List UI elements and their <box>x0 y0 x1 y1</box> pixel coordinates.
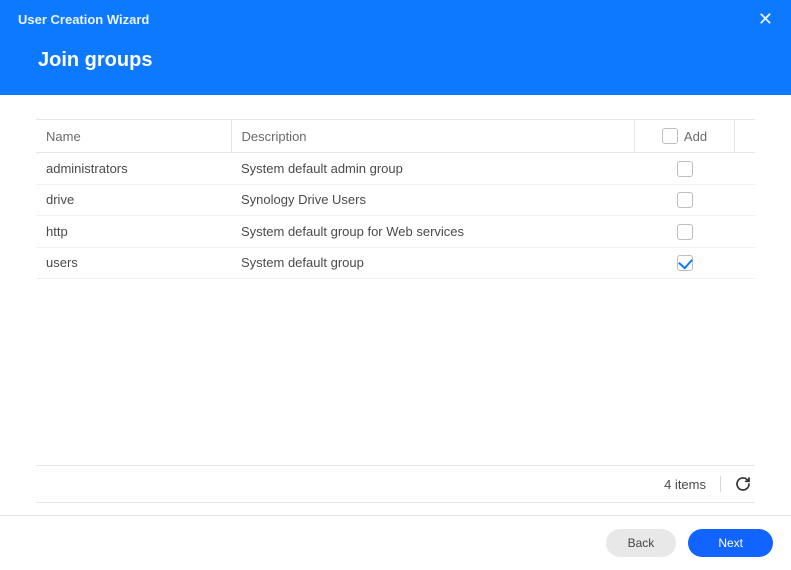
wizard-header: User Creation Wizard ✕ Join groups <box>0 0 791 95</box>
group-description-cell: System default admin group <box>231 153 635 185</box>
close-icon[interactable]: ✕ <box>758 10 773 28</box>
add-checkbox[interactable] <box>677 161 693 177</box>
group-name-cell: drive <box>36 184 231 216</box>
wizard-footer: Back Next <box>0 515 791 570</box>
status-bar: 4 items <box>36 465 755 503</box>
row-spacer <box>735 153 756 185</box>
column-header-description[interactable]: Description <box>231 120 635 153</box>
column-header-name[interactable]: Name <box>36 120 231 153</box>
column-header-add-label: Add <box>684 129 707 144</box>
window-title: User Creation Wizard <box>18 12 773 27</box>
group-add-cell <box>635 216 735 248</box>
content-area: Name Description Add administratorsSyste… <box>0 95 791 503</box>
add-checkbox[interactable] <box>677 224 693 240</box>
group-add-cell <box>635 247 735 279</box>
refresh-icon[interactable] <box>735 476 751 492</box>
wizard-window: User Creation Wizard ✕ Join groups Name … <box>0 0 791 570</box>
table-row[interactable]: administratorsSystem default admin group <box>36 153 755 185</box>
add-checkbox[interactable] <box>677 192 693 208</box>
next-button[interactable]: Next <box>688 529 773 557</box>
back-button[interactable]: Back <box>606 529 677 557</box>
add-checkbox[interactable] <box>677 255 693 271</box>
table-row[interactable]: driveSynology Drive Users <box>36 184 755 216</box>
status-divider <box>720 476 721 492</box>
group-description-cell: System default group <box>231 247 635 279</box>
column-header-add[interactable]: Add <box>635 120 735 153</box>
table-row[interactable]: httpSystem default group for Web service… <box>36 216 755 248</box>
column-header-spacer <box>735 120 756 153</box>
row-spacer <box>735 216 756 248</box>
group-description-cell: System default group for Web services <box>231 216 635 248</box>
page-title: Join groups <box>38 49 773 72</box>
group-name-cell: administrators <box>36 153 231 185</box>
table-row[interactable]: usersSystem default group <box>36 247 755 279</box>
group-add-cell <box>635 184 735 216</box>
group-description-cell: Synology Drive Users <box>231 184 635 216</box>
row-spacer <box>735 247 756 279</box>
group-name-cell: users <box>36 247 231 279</box>
item-count: 4 items <box>664 477 706 492</box>
groups-table-wrap: Name Description Add administratorsSyste… <box>36 119 755 465</box>
group-name-cell: http <box>36 216 231 248</box>
select-all-checkbox[interactable] <box>662 128 678 144</box>
group-add-cell <box>635 153 735 185</box>
groups-table: Name Description Add administratorsSyste… <box>36 119 755 279</box>
row-spacer <box>735 184 756 216</box>
